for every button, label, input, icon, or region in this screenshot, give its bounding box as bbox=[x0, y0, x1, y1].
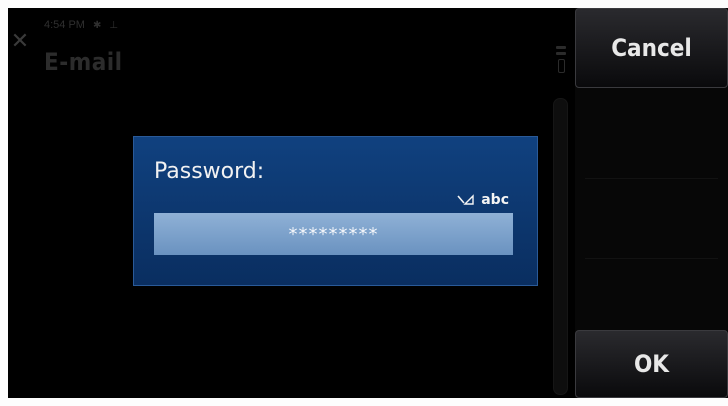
pen-input-icon bbox=[457, 194, 474, 205]
menu-icon[interactable] bbox=[556, 46, 566, 86]
usb-icon: ⊥ bbox=[109, 19, 119, 31]
lock-icon bbox=[558, 59, 565, 73]
status-time: 4:54 PM bbox=[44, 19, 85, 31]
phone-screen: ✕ 4:54 PM ✱ ⊥ E-mail Cancel OK Password:… bbox=[8, 8, 728, 398]
scrollbar[interactable] bbox=[553, 98, 568, 395]
input-mode-indicator[interactable]: abc bbox=[457, 192, 509, 208]
password-dialog: Password: abc ********* bbox=[133, 136, 538, 286]
close-icon[interactable]: ✕ bbox=[10, 31, 30, 53]
softkey-panel: Cancel OK bbox=[575, 8, 728, 398]
divider bbox=[585, 258, 718, 259]
ok-button[interactable]: OK bbox=[575, 330, 728, 398]
app-title: E-mail bbox=[44, 48, 123, 76]
password-field[interactable]: ********* bbox=[154, 213, 513, 255]
divider bbox=[585, 178, 718, 179]
input-mode-label: abc bbox=[481, 192, 509, 208]
dialog-title: Password: bbox=[154, 159, 265, 184]
cancel-button[interactable]: Cancel bbox=[575, 8, 728, 88]
status-bar: 4:54 PM ✱ ⊥ bbox=[44, 18, 118, 32]
bluetooth-icon: ✱ bbox=[92, 19, 102, 31]
